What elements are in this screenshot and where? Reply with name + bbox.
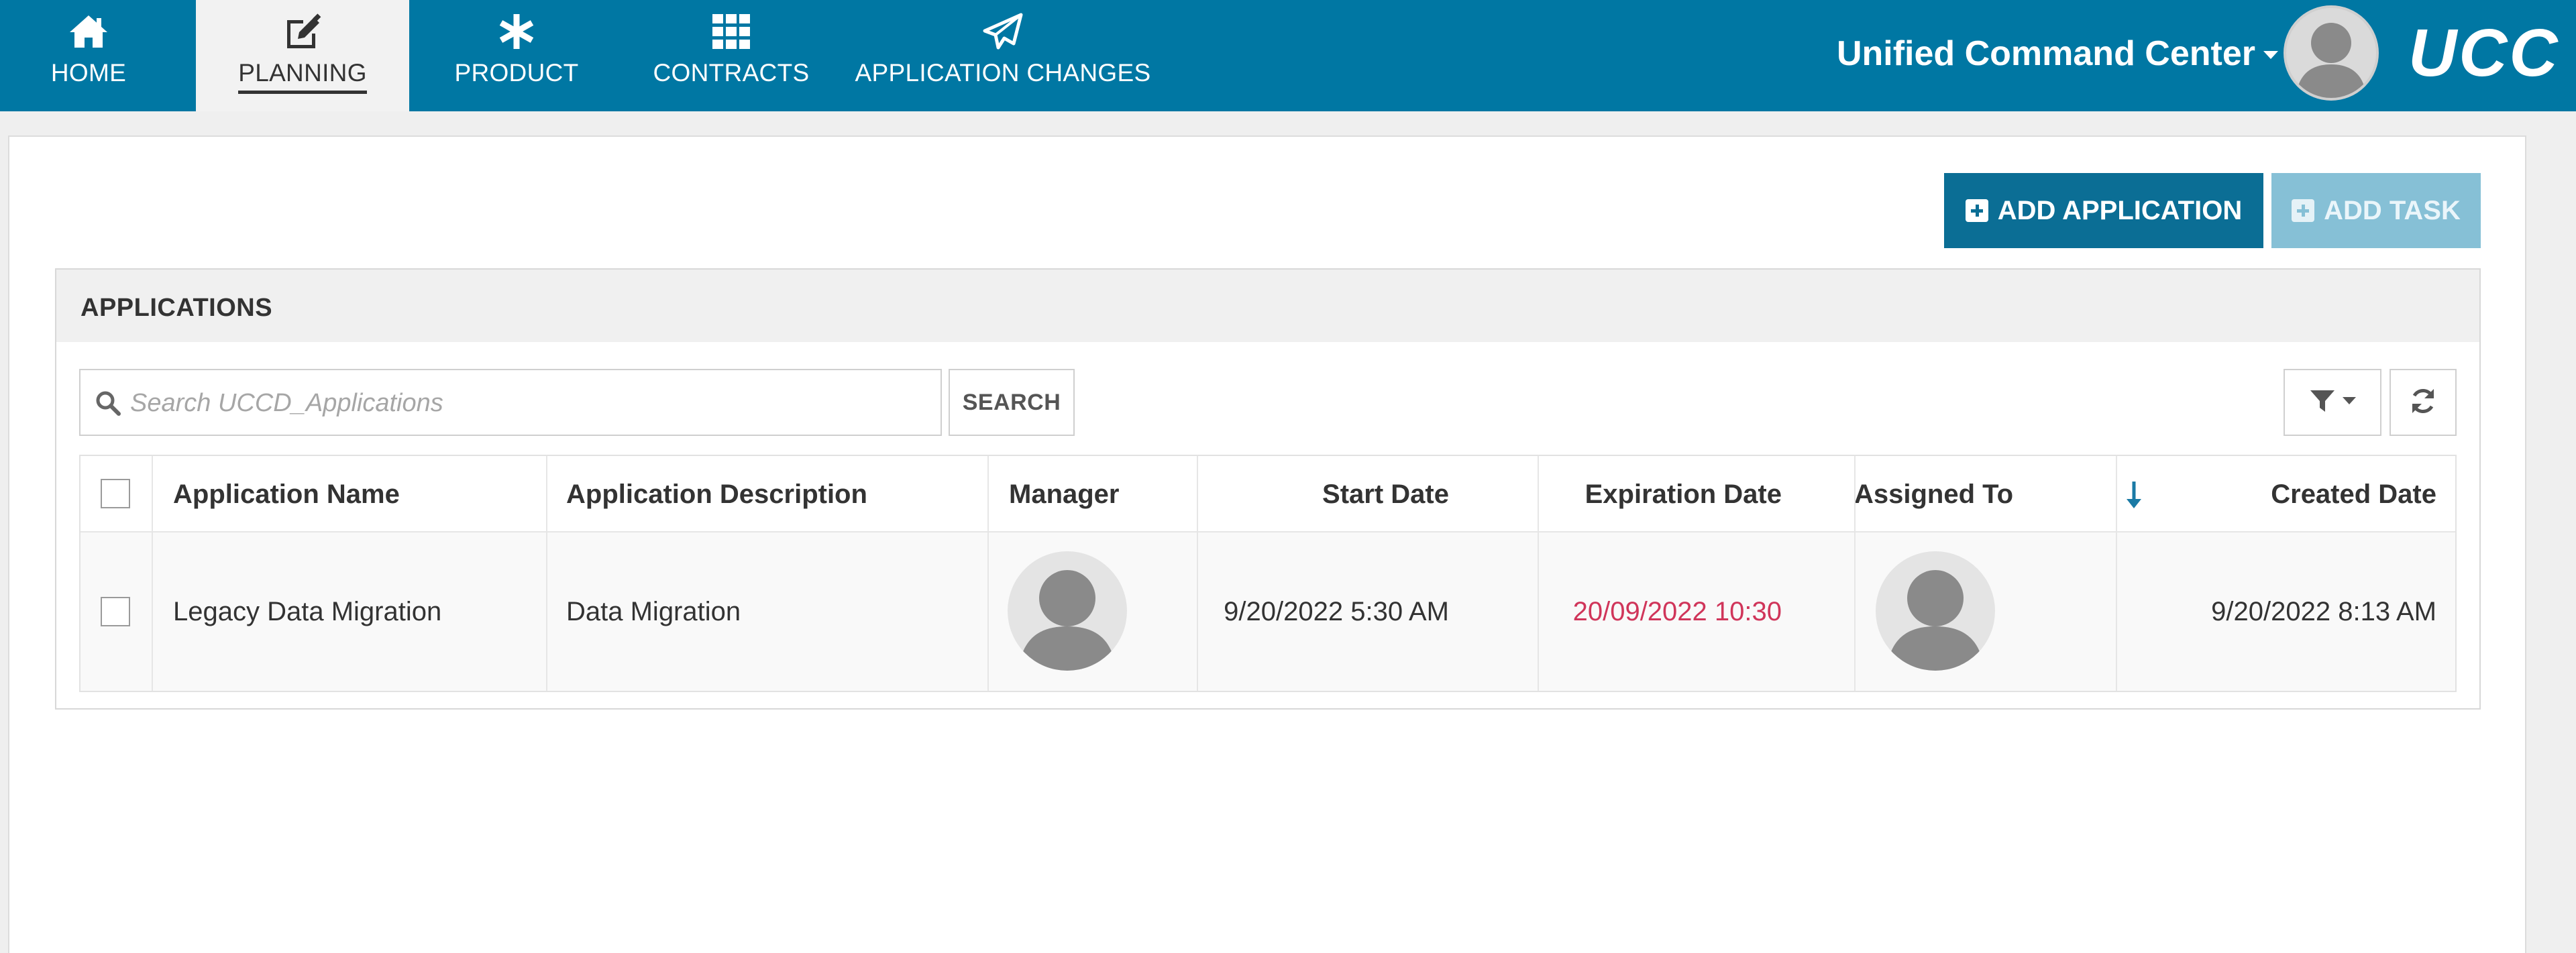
filter-icon bbox=[2309, 388, 2336, 418]
filter-button[interactable] bbox=[2284, 369, 2381, 436]
cell-start-date: 9/20/2022 5:30 AM bbox=[1224, 596, 1449, 626]
nav-item-product[interactable]: PRODUCT bbox=[429, 0, 604, 111]
nav-item-label: PLANNING bbox=[196, 59, 409, 94]
search-button[interactable]: SEARCH bbox=[949, 369, 1075, 436]
paper-plane-icon bbox=[852, 12, 1154, 51]
plus-square-icon bbox=[1965, 199, 1988, 222]
refresh-icon bbox=[2408, 386, 2438, 419]
table-header: Application Name Application Description… bbox=[80, 456, 2455, 532]
edit-icon bbox=[196, 12, 409, 51]
column-header-created-date[interactable]: Created Date bbox=[2160, 456, 2436, 532]
column-divider bbox=[152, 456, 153, 691]
user-avatar-icon bbox=[1008, 551, 1127, 671]
app-switcher-title[interactable]: Unified Command Center bbox=[1837, 34, 2255, 74]
grid-icon bbox=[644, 12, 818, 51]
nav-item-home[interactable]: HOME bbox=[0, 0, 177, 111]
chevron-down-icon[interactable] bbox=[2263, 51, 2278, 59]
column-header-application-name[interactable]: Application Name bbox=[173, 456, 400, 532]
column-divider bbox=[546, 456, 547, 691]
panel-header: APPLICATIONS bbox=[56, 270, 2479, 342]
nav-item-label: CONTRACTS bbox=[653, 59, 810, 87]
user-avatar-icon bbox=[1876, 551, 1995, 671]
nav-item-planning[interactable]: PLANNING bbox=[196, 0, 409, 111]
refresh-button[interactable] bbox=[2390, 369, 2457, 436]
search-field[interactable] bbox=[79, 369, 942, 436]
column-divider bbox=[1197, 456, 1198, 691]
chevron-down-icon bbox=[2343, 396, 2356, 408]
home-icon bbox=[0, 12, 177, 51]
column-header-assigned-to[interactable]: Assigned To bbox=[1854, 456, 2013, 532]
nav-item-label: PRODUCT bbox=[454, 59, 579, 87]
search-icon bbox=[95, 390, 121, 419]
nav-item-label: APPLICATION CHANGES bbox=[855, 59, 1151, 87]
plus-square-icon bbox=[2292, 199, 2315, 222]
top-navigation-bar: HOME PLANNING PRODUCT CONTRACTS APPLICAT… bbox=[0, 0, 2576, 111]
add-application-button[interactable]: ADD APPLICATION bbox=[1944, 173, 2263, 248]
sort-descending-icon[interactable] bbox=[2124, 479, 2144, 511]
table-row[interactable]: Legacy Data Migration Data Migration 9/2… bbox=[80, 532, 2455, 691]
nav-item-label: HOME bbox=[50, 59, 127, 87]
column-divider bbox=[987, 456, 989, 691]
nav-item-contracts[interactable]: CONTRACTS bbox=[644, 0, 818, 111]
user-avatar-icon[interactable] bbox=[2284, 5, 2379, 101]
cell-application-name: Legacy Data Migration bbox=[173, 596, 442, 626]
column-header-manager[interactable]: Manager bbox=[1009, 456, 1120, 532]
add-task-button[interactable]: ADD TASK bbox=[2271, 173, 2481, 248]
column-divider bbox=[2116, 456, 2117, 691]
column-header-start-date[interactable]: Start Date bbox=[1197, 456, 1449, 532]
nav-item-application-changes[interactable]: APPLICATION CHANGES bbox=[852, 0, 1154, 111]
cell-expiration-date: 20/09/2022 10:30 bbox=[1572, 596, 1782, 626]
column-divider bbox=[1854, 456, 1856, 691]
column-divider bbox=[1538, 456, 1539, 691]
column-header-application-description[interactable]: Application Description bbox=[566, 456, 867, 532]
ucc-logo: UCC bbox=[2408, 15, 2560, 91]
asterisk-icon bbox=[429, 12, 604, 51]
row-checkbox[interactable] bbox=[101, 597, 130, 626]
panel-title: APPLICATIONS bbox=[80, 294, 273, 322]
cell-created-date: 9/20/2022 8:13 AM bbox=[2211, 596, 2436, 626]
applications-table: Application Name Application Description… bbox=[79, 455, 2457, 692]
cell-application-description: Data Migration bbox=[566, 596, 741, 626]
search-input[interactable] bbox=[130, 377, 922, 429]
select-all-checkbox[interactable] bbox=[101, 479, 130, 508]
column-header-expiration-date[interactable]: Expiration Date bbox=[1509, 456, 1782, 532]
